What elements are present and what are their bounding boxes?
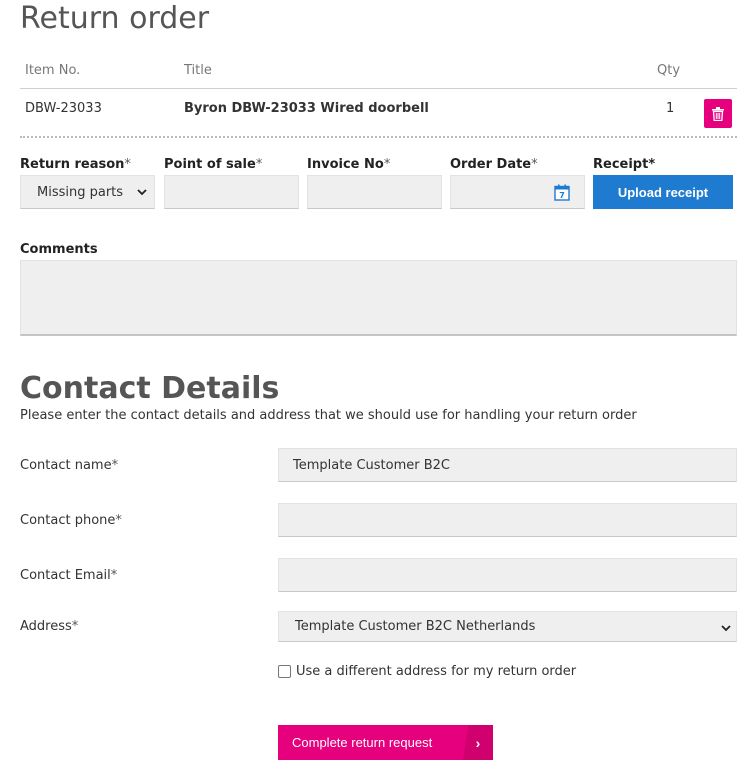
return-reason-label: Return reason — [20, 157, 125, 172]
point-of-sale-label: Point of sale — [164, 157, 256, 172]
contact-phone-label: Contact phone — [20, 513, 116, 528]
page-title: Return order — [20, 1, 210, 36]
contact-phone-input[interactable] — [278, 503, 737, 537]
table-row: DBW-23033 Byron DBW-23033 Wired doorbell… — [20, 89, 737, 138]
table-header: Item No. Title Qty — [20, 57, 737, 89]
svg-text:7: 7 — [559, 191, 565, 200]
order-date-input[interactable]: 7 — [450, 175, 585, 209]
order-items-table: Item No. Title Qty DBW-23033 Byron DBW-2… — [20, 57, 737, 138]
row-qty: 1 — [666, 101, 675, 116]
chevron-down-icon — [721, 625, 731, 632]
invoice-no-field: Invoice No* — [307, 157, 442, 209]
chevron-down-icon — [137, 189, 147, 196]
order-date-label: Order Date — [450, 157, 532, 172]
return-reason-field: Return reason* Missing parts — [20, 157, 155, 209]
invoice-no-input[interactable] — [307, 175, 442, 209]
comments-textarea[interactable] — [20, 260, 737, 336]
receipt-field: Receipt* Upload receipt — [593, 157, 733, 209]
address-select[interactable]: Template Customer B2C Netherlands — [278, 611, 737, 642]
point-of-sale-input[interactable] — [164, 175, 299, 209]
contact-name-input[interactable]: Template Customer B2C — [278, 448, 737, 482]
contact-email-label: Contact Email — [20, 568, 111, 583]
row-title: Byron DBW-23033 Wired doorbell — [184, 101, 429, 116]
different-address-checkbox[interactable] — [278, 665, 291, 678]
order-date-field: Order Date* 7 — [450, 157, 585, 209]
remove-item-button[interactable] — [704, 99, 732, 128]
calendar-icon[interactable]: 7 — [554, 184, 570, 201]
invoice-no-label: Invoice No — [307, 157, 384, 172]
contact-details-subtitle: Please enter the contact details and add… — [20, 408, 637, 423]
contact-details-title: Contact Details — [20, 371, 280, 406]
arrow-right-icon: › — [463, 725, 493, 760]
return-reason-value: Missing parts — [37, 184, 124, 200]
point-of-sale-field: Point of sale* — [164, 157, 299, 209]
header-qty: Qty — [657, 63, 681, 78]
address-label: Address — [20, 619, 72, 634]
submit-label: Complete return request — [292, 735, 433, 750]
trash-icon — [712, 106, 724, 121]
complete-return-request-button[interactable]: Complete return request › — [278, 725, 493, 760]
address-value: Template Customer B2C Netherlands — [295, 619, 536, 634]
header-item-no: Item No. — [25, 63, 81, 78]
contact-email-input[interactable] — [278, 558, 737, 592]
different-address-option[interactable]: Use a different address for my return or… — [278, 664, 576, 679]
receipt-label: Receipt* — [593, 157, 656, 172]
upload-receipt-button[interactable]: Upload receipt — [593, 175, 733, 209]
contact-name-label: Contact name — [20, 458, 112, 473]
comments-label: Comments — [20, 242, 98, 257]
header-title: Title — [184, 63, 212, 78]
different-address-label: Use a different address for my return or… — [296, 664, 577, 679]
return-reason-select[interactable]: Missing parts — [20, 175, 155, 209]
row-item-no: DBW-23033 — [25, 101, 102, 116]
